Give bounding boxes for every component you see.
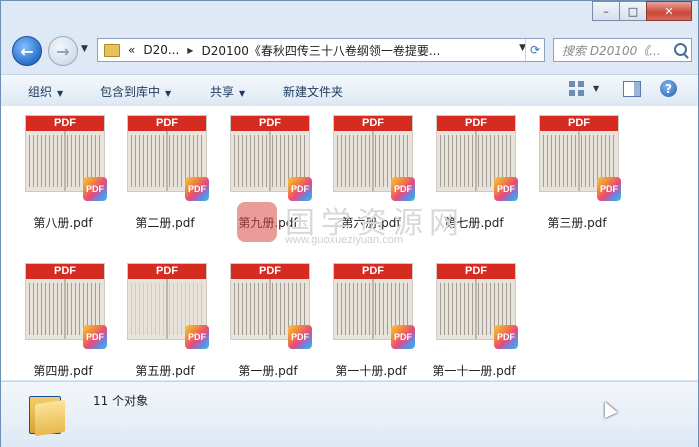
file-name[interactable]: 第二册.pdf bbox=[115, 214, 215, 231]
mouse-cursor-icon bbox=[598, 398, 618, 419]
new-folder-button[interactable]: 新建文件夹 bbox=[283, 83, 343, 100]
pdf-app-icon: PDF bbox=[185, 177, 209, 201]
share-label: 共享 bbox=[210, 85, 235, 99]
maximize-button[interactable]: □ bbox=[619, 1, 647, 21]
pdf-app-icon: PDF bbox=[597, 177, 621, 201]
change-view-icon[interactable] bbox=[569, 81, 587, 97]
search-icon[interactable] bbox=[674, 43, 687, 56]
file-item[interactable]: PDF PDF 第八册.pdf bbox=[13, 115, 113, 243]
file-name[interactable]: 第六册.pdf bbox=[321, 214, 421, 231]
back-button[interactable]: ← bbox=[12, 36, 42, 66]
refresh-icon: ⟳ bbox=[529, 43, 541, 57]
folder-icon bbox=[29, 392, 65, 437]
pdf-thumbnail-header: PDF bbox=[231, 264, 309, 279]
file-item[interactable]: PDF PDF 第四册.pdf bbox=[13, 263, 113, 391]
share-button[interactable]: 共享 ▼ bbox=[210, 83, 245, 100]
include-in-library-label: 包含到库中 bbox=[100, 85, 161, 99]
organize-button[interactable]: 组织 ▼ bbox=[28, 83, 63, 100]
file-name[interactable]: 第五册.pdf bbox=[115, 362, 215, 379]
breadcrumb-separator-icon[interactable]: ▶ bbox=[187, 46, 193, 55]
pdf-thumbnail-header: PDF bbox=[540, 116, 618, 131]
pdf-thumbnail-header: PDF bbox=[26, 116, 104, 131]
file-item[interactable]: PDF PDF 第一十一册.pdf bbox=[424, 263, 524, 391]
details-pane: 11 个对象 bbox=[1, 381, 698, 447]
chevron-down-icon: ▼ bbox=[57, 89, 64, 98]
pdf-thumbnail-header: PDF bbox=[334, 264, 412, 279]
breadcrumb-item-parent[interactable]: D20... bbox=[143, 43, 179, 57]
refresh-button[interactable]: ⟳ bbox=[525, 39, 544, 61]
file-item[interactable]: PDF PDF 第五册.pdf bbox=[115, 263, 215, 391]
pdf-thumbnail-header: PDF bbox=[334, 116, 412, 131]
arrow-left-icon: ← bbox=[20, 41, 34, 61]
arrow-right-icon: → bbox=[56, 41, 70, 61]
pdf-app-icon: PDF bbox=[494, 325, 518, 349]
minimize-button[interactable]: – bbox=[592, 1, 620, 21]
pdf-thumbnail-header: PDF bbox=[437, 116, 515, 131]
close-button[interactable]: ✕ bbox=[646, 1, 692, 21]
organize-label: 组织 bbox=[28, 85, 53, 99]
view-options-dropdown[interactable]: ▼ bbox=[593, 84, 599, 93]
file-list: PDF PDF 第八册.pdf PDF PDF 第二册.pdf PDF PDF … bbox=[1, 106, 698, 380]
file-name[interactable]: 第七册.pdf bbox=[424, 214, 524, 231]
pdf-thumbnail-header: PDF bbox=[231, 116, 309, 131]
navigation-bar: ← → ▼ « D20... ▶ D20100《春秋四传三十八卷纲领一卷提要..… bbox=[1, 31, 698, 69]
file-name[interactable]: 第一十一册.pdf bbox=[424, 362, 524, 379]
chevron-down-icon: ▼ bbox=[239, 89, 246, 98]
search-placeholder: 搜索 D20100《... bbox=[562, 43, 661, 58]
pdf-thumbnail-header: PDF bbox=[437, 264, 515, 279]
pdf-app-icon: PDF bbox=[288, 325, 312, 349]
recent-pages-dropdown[interactable]: ▼ bbox=[81, 44, 88, 54]
command-bar: 组织 ▼ 包含到库中 ▼ 共享 ▼ 新建文件夹 ▼ ? bbox=[1, 74, 698, 107]
breadcrumb-overflow[interactable]: « bbox=[128, 43, 135, 57]
pdf-app-icon: PDF bbox=[391, 325, 415, 349]
pdf-thumbnail-header: PDF bbox=[128, 264, 206, 279]
pdf-app-icon: PDF bbox=[288, 177, 312, 201]
item-count: 11 个对象 bbox=[93, 394, 149, 408]
file-name[interactable]: 第四册.pdf bbox=[13, 362, 113, 379]
window-controls: – □ ✕ bbox=[592, 1, 692, 21]
file-item[interactable]: PDF PDF 第一十册.pdf bbox=[321, 263, 421, 391]
folder-icon bbox=[104, 43, 120, 57]
file-name[interactable]: 第一册.pdf bbox=[218, 362, 318, 379]
pdf-thumbnail-header: PDF bbox=[128, 116, 206, 131]
file-item[interactable]: PDF PDF 第三册.pdf bbox=[527, 115, 627, 243]
file-item[interactable]: PDF PDF 第一册.pdf bbox=[218, 263, 318, 391]
file-name[interactable]: 第三册.pdf bbox=[527, 214, 627, 231]
file-item[interactable]: PDF PDF 第九册.pdf bbox=[218, 115, 318, 243]
address-bar[interactable]: « D20... ▶ D20100《春秋四传三十八卷纲领一卷提要... ▼ ⟳ bbox=[97, 38, 545, 62]
help-icon[interactable]: ? bbox=[660, 80, 677, 97]
pdf-app-icon: PDF bbox=[185, 325, 209, 349]
search-input[interactable]: 搜索 D20100《... bbox=[553, 38, 692, 62]
pdf-thumbnail-header: PDF bbox=[26, 264, 104, 279]
pdf-app-icon: PDF bbox=[391, 177, 415, 201]
new-folder-label: 新建文件夹 bbox=[283, 85, 344, 99]
pdf-app-icon: PDF bbox=[83, 325, 107, 349]
file-name[interactable]: 第八册.pdf bbox=[13, 214, 113, 231]
file-item[interactable]: PDF PDF 第七册.pdf bbox=[424, 115, 524, 243]
forward-button[interactable]: → bbox=[48, 36, 78, 66]
pdf-app-icon: PDF bbox=[494, 177, 518, 201]
file-name[interactable]: 第一十册.pdf bbox=[321, 362, 421, 379]
breadcrumb-item-current[interactable]: D20100《春秋四传三十八卷纲领一卷提要... bbox=[201, 42, 440, 59]
explorer-window: – □ ✕ ← → ▼ « D20... ▶ D20100《春秋四传三十八卷纲领… bbox=[0, 0, 699, 447]
file-item[interactable]: PDF PDF 第六册.pdf bbox=[321, 115, 421, 243]
file-item[interactable]: PDF PDF 第二册.pdf bbox=[115, 115, 215, 243]
pdf-app-icon: PDF bbox=[83, 177, 107, 201]
chevron-down-icon: ▼ bbox=[165, 89, 172, 98]
include-in-library-button[interactable]: 包含到库中 ▼ bbox=[100, 83, 171, 100]
preview-pane-icon[interactable] bbox=[623, 81, 641, 97]
file-name[interactable]: 第九册.pdf bbox=[218, 214, 318, 231]
